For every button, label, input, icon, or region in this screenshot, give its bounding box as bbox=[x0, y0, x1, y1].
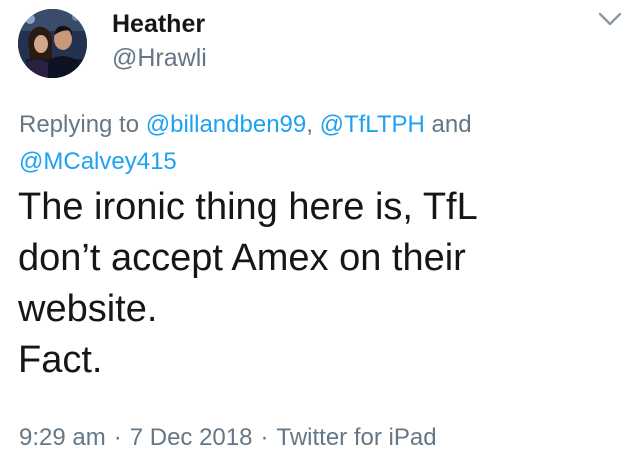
mention-conjunction: and bbox=[424, 111, 472, 138]
replying-to-label: Replying to bbox=[19, 111, 146, 138]
tweet-metadata: 9:29 am · 7 Dec 2018 · Twitter for iPad bbox=[19, 423, 437, 453]
mention-link[interactable]: @billandben99 bbox=[146, 111, 307, 138]
replying-to: Replying to @billandben99, @TfLTPH and @… bbox=[19, 106, 619, 180]
tweet-text-line: don’t accept Amex on their bbox=[18, 237, 466, 279]
avatar[interactable] bbox=[18, 9, 87, 78]
tweet-text: The ironic thing here is, TfL don’t acce… bbox=[18, 182, 628, 386]
mention-link[interactable]: @TfLTPH bbox=[320, 111, 425, 138]
tweet-text-line: The ironic thing here is, TfL bbox=[18, 186, 478, 228]
meta-separator: · bbox=[113, 424, 122, 451]
tweet-card: Heather @Hrawli Replying to @billandben9… bbox=[0, 0, 640, 469]
meta-separator: · bbox=[260, 424, 269, 451]
chevron-down-icon[interactable] bbox=[597, 10, 623, 28]
tweet-source[interactable]: Twitter for iPad bbox=[276, 424, 436, 451]
mention-link[interactable]: @MCalvey415 bbox=[19, 148, 177, 175]
author-handle[interactable]: @Hrawli bbox=[112, 43, 207, 73]
mention-separator: , bbox=[306, 111, 320, 138]
tweet-time[interactable]: 9:29 am bbox=[19, 424, 106, 451]
author-display-name[interactable]: Heather bbox=[112, 9, 205, 39]
tweet-date[interactable]: 7 Dec 2018 bbox=[130, 424, 253, 451]
profile-photo-icon bbox=[18, 9, 87, 78]
tweet-text-line: website. bbox=[18, 288, 158, 330]
tweet-text-line: Fact. bbox=[18, 339, 103, 381]
